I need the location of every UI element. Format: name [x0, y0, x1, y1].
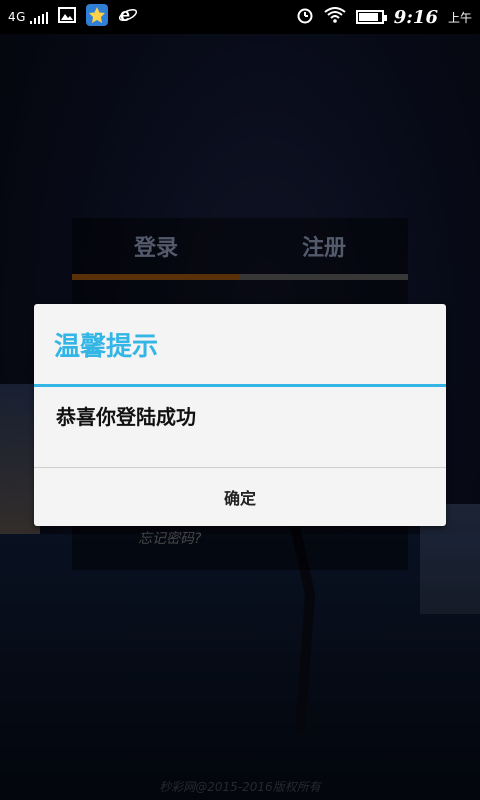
favorite-app-icon	[86, 4, 109, 30]
alarm-icon	[296, 6, 314, 28]
wifi-icon	[324, 7, 346, 27]
status-left: 4G e	[0, 4, 138, 30]
status-right: 9:16 上午	[296, 0, 472, 34]
alert-dialog: 温馨提示 恭喜你登陆成功 确定	[34, 304, 446, 526]
dialog-message: 恭喜你登陆成功	[56, 405, 196, 429]
gallery-icon	[58, 7, 77, 27]
dialog-title: 温馨提示	[54, 331, 159, 362]
clock-time: 9:16	[393, 6, 438, 28]
battery-level	[358, 13, 378, 21]
signal-icon: 4G	[8, 10, 49, 24]
battery-icon	[355, 10, 387, 24]
clock-ampm: 上午	[447, 10, 472, 25]
network-type: 4G	[8, 10, 26, 24]
confirm-button[interactable]: 确定	[34, 468, 446, 526]
status-bar: 4G e 9:16 上午	[0, 0, 480, 34]
browser-icon: e	[118, 5, 138, 29]
